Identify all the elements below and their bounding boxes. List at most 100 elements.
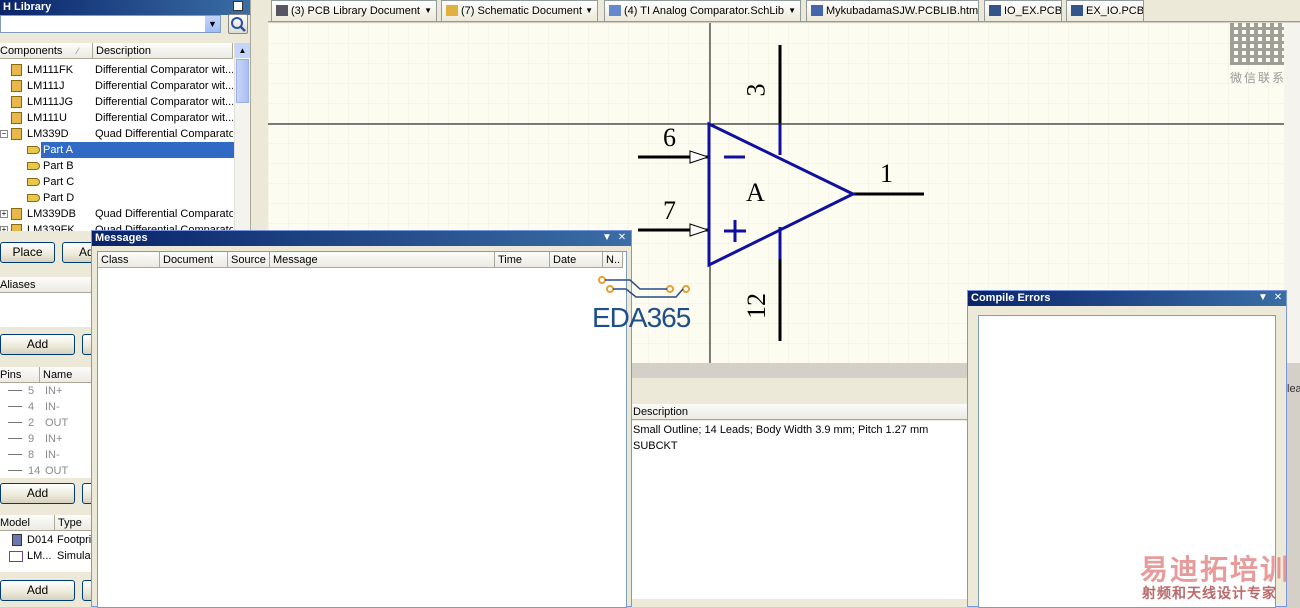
component-list-item[interactable]: LM111FK Differential Comparator wit... — [0, 62, 234, 78]
model-list: Model Type D014 Footpri LM... Simulat — [0, 515, 92, 572]
model-type: Simulat — [57, 550, 92, 562]
model-type: Footpri — [57, 534, 92, 546]
compile-errors-close-icon[interactable]: ✕ — [1273, 293, 1283, 303]
messages-panel: Messages ▼ ✕ Class Document Source Message T… — [91, 230, 632, 608]
column-header-pins[interactable]: Pins — [0, 367, 40, 383]
tab-label: EX_IO.PCB — [1086, 5, 1144, 17]
model-add-button[interactable]: Add — [0, 580, 75, 601]
library-filter-combo[interactable]: ▼ — [0, 15, 221, 33]
component-icon — [11, 80, 22, 92]
eda365-logo-text: EDA365 — [592, 302, 691, 333]
sort-indicator-icon: ∕ — [77, 46, 79, 56]
component-description: Differential Comparator wit... — [95, 112, 233, 124]
pcb-icon — [1071, 5, 1083, 16]
pin-number: 4 — [28, 401, 35, 413]
part-list-item[interactable]: Part A — [0, 142, 234, 158]
tab-label: (3) PCB Library Document — [291, 5, 420, 17]
tab-label: MykubadamaSJW.PCBLIB.htm — [826, 5, 979, 17]
messages-list: Class Document Source Message Time Date N.. — [97, 251, 627, 608]
description-toolbar — [630, 378, 968, 404]
chevron-down-icon[interactable]: ▼ — [205, 16, 220, 32]
pin-list-item[interactable]: 4 IN- — [0, 399, 92, 415]
search-button[interactable] — [228, 14, 248, 34]
component-name: Part B — [43, 160, 74, 172]
pin-list-item[interactable]: 9 IN+ — [0, 431, 92, 447]
tab-label: (4) TI Analog Comparator.SchLib — [624, 5, 784, 17]
footprint-icon — [12, 534, 22, 546]
list-scrollbar[interactable]: ▲ — [234, 43, 250, 231]
messages-column-header[interactable]: Time — [495, 252, 550, 268]
messages-column-header[interactable]: Date — [550, 252, 603, 268]
tree-expand-icon[interactable]: + — [0, 226, 8, 231]
model-list-item[interactable]: LM... Simulat — [0, 548, 92, 564]
part-icon — [27, 178, 40, 186]
messages-column-header[interactable]: Source — [228, 252, 270, 268]
description-line-2: SUBCKT — [633, 440, 678, 452]
column-header-name[interactable]: Name — [40, 367, 92, 383]
chevron-down-icon[interactable]: ▼ — [585, 1, 593, 21]
document-tab[interactable]: (3) PCB Library Document ▼ — [271, 0, 437, 21]
compile-errors-title[interactable]: Compile Errors — [968, 291, 1286, 306]
document-tab[interactable]: (4) TI Analog Comparator.SchLib ▼ — [604, 0, 801, 21]
pin-list-item[interactable]: 5 IN+ — [0, 383, 92, 399]
alias-add-button[interactable]: Add — [0, 334, 75, 355]
messages-menu-icon[interactable]: ▼ — [602, 233, 612, 243]
messages-column-header[interactable]: Class — [98, 252, 160, 268]
pin-name: OUT — [45, 465, 69, 477]
document-tab[interactable]: EX_IO.PCB — [1066, 0, 1144, 21]
chevron-down-icon[interactable]: ▼ — [424, 1, 432, 21]
pin-list-item[interactable]: 8 IN- — [0, 447, 92, 463]
component-name: LM339D — [27, 128, 69, 140]
part-icon — [27, 194, 40, 202]
pin-name: IN+ — [45, 433, 63, 445]
part-list-item[interactable]: Part C — [0, 174, 234, 190]
library-panel-title: H Library — [0, 0, 250, 15]
column-header-description[interactable]: Description — [93, 43, 233, 59]
part-icon — [27, 162, 40, 170]
pin-list-item[interactable]: 14 OUT — [0, 463, 92, 478]
document-tab[interactable]: MykubadamaSJW.PCBLIB.htm — [806, 0, 979, 21]
part-list-item[interactable]: Part B — [0, 158, 234, 174]
tab-label: IO_EX.PCB — [1004, 5, 1062, 17]
scroll-up-arrow[interactable]: ▲ — [235, 43, 250, 58]
compile-errors-menu-icon[interactable]: ▼ — [1258, 293, 1268, 303]
messages-close-icon[interactable]: ✕ — [617, 233, 627, 243]
description-line-1: Small Outline; 14 Leads; Body Width 3.9 … — [633, 424, 929, 436]
html-doc-icon — [811, 5, 823, 16]
messages-title[interactable]: Messages — [92, 231, 631, 246]
component-icon — [11, 224, 22, 231]
part-icon — [27, 146, 40, 154]
pin-list-item[interactable]: 2 OUT — [0, 415, 92, 431]
column-header-model[interactable]: Model — [0, 515, 55, 531]
model-list-item[interactable]: D014 Footpri — [0, 532, 92, 548]
pin-add-button[interactable]: Add — [0, 483, 75, 504]
tree-expand-icon[interactable]: + — [0, 210, 8, 218]
messages-column-header[interactable]: Document — [160, 252, 228, 268]
description-panel: Description Small Outline; 14 Leads; Bod… — [630, 378, 968, 607]
column-header-components[interactable]: Components — [0, 43, 93, 59]
component-name: LM339FK — [27, 224, 75, 231]
component-name: Part C — [43, 176, 75, 188]
pin-number: 2 — [28, 417, 35, 429]
component-list-item[interactable]: LM111J Differential Comparator wit... — [0, 78, 234, 94]
place-button[interactable]: Place — [0, 242, 55, 263]
pin-icon — [8, 438, 22, 439]
document-tab[interactable]: (7) Schematic Document ▼ — [441, 0, 598, 21]
part-list-item[interactable]: Part D — [0, 190, 234, 206]
panel-pin-icon[interactable] — [233, 1, 243, 11]
component-list-item[interactable]: + LM339DB Quad Differential Comparator — [0, 206, 234, 222]
scroll-thumb[interactable] — [236, 59, 249, 103]
component-list-item[interactable]: − LM339D Quad Differential Comparator — [0, 126, 234, 142]
pin-number-7: 7 — [663, 196, 676, 225]
tree-collapse-icon[interactable]: − — [0, 130, 8, 138]
pin-number-1: 1 — [880, 159, 893, 188]
messages-column-header[interactable]: N.. — [603, 252, 623, 268]
pin-number: 14 — [28, 465, 41, 477]
chevron-down-icon[interactable]: ▼ — [788, 1, 796, 21]
component-list-item[interactable]: LM111JG Differential Comparator wit... — [0, 94, 234, 110]
messages-column-header[interactable]: Message — [270, 252, 495, 268]
component-list-item[interactable]: LM111U Differential Comparator wit... — [0, 110, 234, 126]
pin-icon — [8, 406, 22, 407]
column-header-type[interactable]: Type — [55, 515, 92, 531]
document-tab[interactable]: IO_EX.PCB — [984, 0, 1062, 21]
